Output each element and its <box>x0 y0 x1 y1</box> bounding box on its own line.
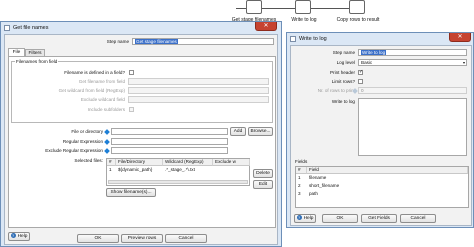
close-icon[interactable]: ✕ <box>449 33 471 42</box>
app-icon <box>290 36 296 42</box>
nr-rows-input: 0 <box>358 87 467 94</box>
node-label-copy-rows: Copy rows to result <box>336 17 380 23</box>
ok-button[interactable]: OK <box>322 214 358 223</box>
table-header[interactable]: File/Directory <box>116 159 163 166</box>
regex-label: Regular Expression <box>62 139 103 144</box>
selected-files-table[interactable]: # File/Directory Wildcard (RegExp) Exclu… <box>106 158 250 186</box>
horizontal-scrollbar[interactable] <box>108 180 248 184</box>
variable-icon <box>104 139 110 145</box>
tab-panel: Filenames from field Filename is defined… <box>8 56 276 228</box>
row-number: 3 <box>298 191 301 196</box>
include-subfolders-checkbox <box>129 107 134 112</box>
dialog-title-bar: Write to log <box>287 33 473 45</box>
close-icon[interactable]: ✕ <box>255 22 277 31</box>
field-cell[interactable]: filename <box>307 174 467 181</box>
show-filenames-button[interactable]: Show filename(s)... <box>106 188 156 197</box>
row-number: 1 <box>109 167 112 172</box>
table-header[interactable]: Wildcard (RegExp) <box>163 159 213 166</box>
write-to-log-textarea[interactable] <box>358 98 467 156</box>
table-row[interactable]: 1 filename <box>296 174 468 181</box>
app-icon <box>4 25 10 31</box>
write-to-log-label: Write to log <box>331 99 355 104</box>
table-header[interactable]: Field <box>307 167 468 174</box>
fields-table[interactable]: # Field 1 filename 2 short_filename 3 pa… <box>295 166 469 208</box>
exclude-regex-label: Exclude Regular Expression <box>45 148 103 153</box>
get-file-names-dialog: Get file names ✕ Step name Get stage fil… <box>0 21 282 247</box>
log-level-label: Log level <box>336 60 355 65</box>
row-number: 2 <box>298 183 301 188</box>
table-row[interactable]: 3 path <box>296 190 468 197</box>
dialog-client: Step name Get stage filenames File Filte… <box>4 34 278 245</box>
limit-rows-checkbox[interactable] <box>358 79 363 84</box>
edit-button[interactable]: Edit <box>253 180 273 189</box>
group-label: Filenames from field <box>15 59 59 64</box>
step-name-label: Step name <box>332 50 355 55</box>
variable-icon <box>104 148 110 154</box>
help-icon: ? <box>10 233 16 239</box>
write-to-log-node-icon[interactable] <box>295 0 311 14</box>
fields-label: Fields <box>295 159 308 164</box>
print-header-label: Print header <box>329 70 355 75</box>
copy-rows-node-icon[interactable] <box>349 0 365 14</box>
preview-rows-button[interactable]: Preview rows <box>121 234 163 243</box>
table-row[interactable]: 2 short_filename <box>296 182 468 189</box>
nr-rows-label: Nr. of rows to print <box>317 88 355 93</box>
limit-rows-label: Limit rows? <box>331 79 355 84</box>
selected-files-label: Selected files: <box>74 158 103 163</box>
exclude-regex-input[interactable] <box>111 147 228 154</box>
file-or-directory-input[interactable] <box>111 128 228 135</box>
table-header: # <box>296 167 307 174</box>
table-header[interactable]: Exclude w <box>213 159 250 166</box>
ok-button[interactable]: OK <box>77 234 119 243</box>
help-button[interactable]: ? Help <box>294 214 316 223</box>
dialog-client: Step name Write to log Log level Basic ▾… <box>290 45 472 226</box>
help-button[interactable]: ? Help <box>8 232 30 241</box>
wildcard-from-field-label: Get wildcard from field (RegExp) <box>58 88 125 93</box>
file-or-directory-label: File or directory <box>71 129 103 134</box>
node-label-write-to-log: Write to log <box>291 17 317 23</box>
dialog-title-bar: Get file names <box>1 22 281 34</box>
regex-input[interactable] <box>111 138 228 145</box>
table-row[interactable]: 1 ${dynamic_path} .*_stage_.*\.txt <box>107 166 249 173</box>
from-field-select <box>128 78 269 85</box>
wildcard-from-field-select <box>128 87 269 94</box>
row-number: 1 <box>298 175 301 180</box>
chevron-down-icon: ▾ <box>462 60 465 65</box>
step-name-label: Step name <box>106 39 129 44</box>
step-name-input[interactable]: Write to log <box>358 49 467 56</box>
table-header: # <box>107 159 116 166</box>
field-cell[interactable]: path <box>307 190 467 197</box>
file-directory-cell[interactable]: ${dynamic_path} <box>116 166 163 173</box>
delete-button[interactable]: Delete <box>253 169 273 178</box>
add-button[interactable]: Add <box>230 127 246 136</box>
step-name-input[interactable]: Get stage filenames <box>132 38 274 45</box>
help-icon: ? <box>296 215 302 221</box>
cancel-button[interactable]: Cancel <box>165 234 207 243</box>
write-to-log-dialog: Write to log ✕ Step name Write to log Lo… <box>286 32 474 228</box>
check-icon: ✓ <box>359 69 364 75</box>
field-cell[interactable]: short_filename <box>307 182 467 189</box>
dialog-title: Write to log <box>299 36 327 42</box>
get-file-names-node-icon[interactable] <box>246 0 262 14</box>
tab-file[interactable]: File <box>8 48 25 56</box>
variable-icon <box>104 129 110 135</box>
exclude-wildcard-field-label: Exclude wildcard field <box>80 97 125 102</box>
defined-in-field-label: Filename is defined in a field? <box>64 70 125 75</box>
browse-button[interactable]: Browse... <box>248 127 273 136</box>
dialog-title: Get file names <box>13 25 49 31</box>
from-field-label: Get filename from field <box>78 79 125 84</box>
print-header-checkbox[interactable]: ✓ <box>358 69 364 75</box>
log-level-select[interactable]: Basic ▾ <box>358 59 467 66</box>
wildcard-cell[interactable]: .*_stage_.*\.txt <box>163 166 213 173</box>
include-subfolders-label: Include subfolders <box>87 107 125 112</box>
defined-in-field-checkbox[interactable] <box>129 70 134 75</box>
cancel-button[interactable]: Cancel <box>400 214 436 223</box>
exclude-wildcard-field-select <box>128 96 269 103</box>
get-fields-button[interactable]: Get Fields <box>361 214 397 223</box>
